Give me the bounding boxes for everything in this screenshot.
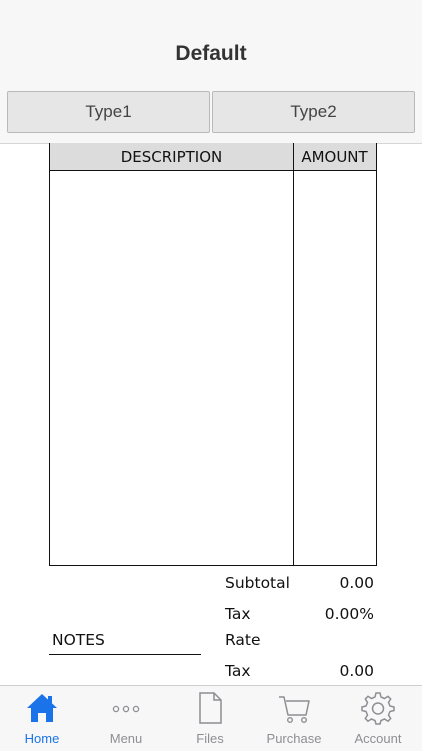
tax-rate-label: Tax — [225, 605, 251, 623]
tab-home[interactable]: Home — [0, 686, 84, 751]
table-header: DESCRIPTION AMOUNT — [50, 143, 376, 171]
notes-label[interactable]: NOTES — [52, 631, 105, 649]
type-selector: Type1 Type2 — [0, 85, 422, 144]
more-dots-icon — [112, 705, 140, 713]
type1-button[interactable]: Type1 — [7, 91, 210, 133]
type2-button[interactable]: Type2 — [212, 91, 415, 133]
description-column-header: DESCRIPTION — [120, 147, 223, 166]
tax-rate-value[interactable]: 0.00% — [325, 605, 374, 623]
subtotal-label: Subtotal — [225, 574, 290, 592]
tab-account-label: Account — [354, 731, 402, 746]
tab-bar: Home Menu Files Purchase Account — [0, 685, 422, 751]
cart-icon — [279, 696, 310, 724]
tab-files-label: Files — [196, 731, 224, 746]
navigation-bar: Default — [0, 0, 422, 86]
subtotal-value: 0.00 — [339, 574, 374, 592]
line-items-table[interactable]: DESCRIPTION AMOUNT — [49, 143, 377, 566]
tab-menu[interactable]: Menu — [84, 686, 168, 751]
notes-underline — [49, 654, 201, 655]
tab-files[interactable]: Files — [168, 686, 252, 751]
tax-label: Tax — [225, 662, 251, 680]
amount-column-header: AMOUNT — [301, 147, 368, 166]
file-icon — [199, 692, 222, 724]
tab-purchase[interactable]: Purchase — [252, 686, 336, 751]
gear-icon — [361, 692, 395, 725]
page-title: Default — [175, 42, 247, 65]
tab-home-label: Home — [24, 731, 60, 746]
home-icon — [27, 694, 57, 722]
tax-value: 0.00 — [339, 662, 374, 680]
column-divider — [293, 143, 294, 565]
tab-purchase-label: Purchase — [266, 731, 322, 746]
tab-menu-label: Menu — [109, 731, 143, 746]
tab-account[interactable]: Account — [336, 686, 420, 751]
tax-rate-label-line2: Rate — [225, 631, 261, 649]
